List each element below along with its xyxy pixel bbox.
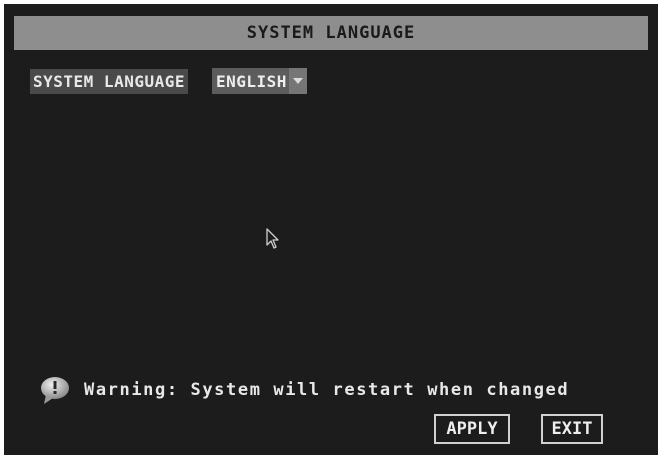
warning-bubble-icon	[41, 377, 69, 404]
mouse-pointer-icon	[266, 228, 280, 254]
title-bar: SYSTEM LANGUAGE	[14, 16, 648, 50]
page-title: SYSTEM LANGUAGE	[246, 23, 416, 43]
warning-message: Warning: System will restart when change…	[38, 373, 569, 407]
apply-button[interactable]: APPLY	[434, 414, 510, 444]
language-select-value: ENGLISH	[216, 71, 287, 91]
warning-text: Warning: System will restart when change…	[84, 380, 570, 400]
chevron-down-icon[interactable]	[288, 68, 307, 94]
dvr-menu-screen: SYSTEM LANGUAGE SYSTEM LANGUAGE ENGLISH	[4, 4, 658, 455]
language-label: SYSTEM LANGUAGE	[30, 68, 188, 94]
language-setting-row: SYSTEM LANGUAGE ENGLISH	[30, 68, 307, 94]
language-select[interactable]: ENGLISH	[212, 68, 307, 94]
exit-button[interactable]: EXIT	[541, 414, 603, 444]
